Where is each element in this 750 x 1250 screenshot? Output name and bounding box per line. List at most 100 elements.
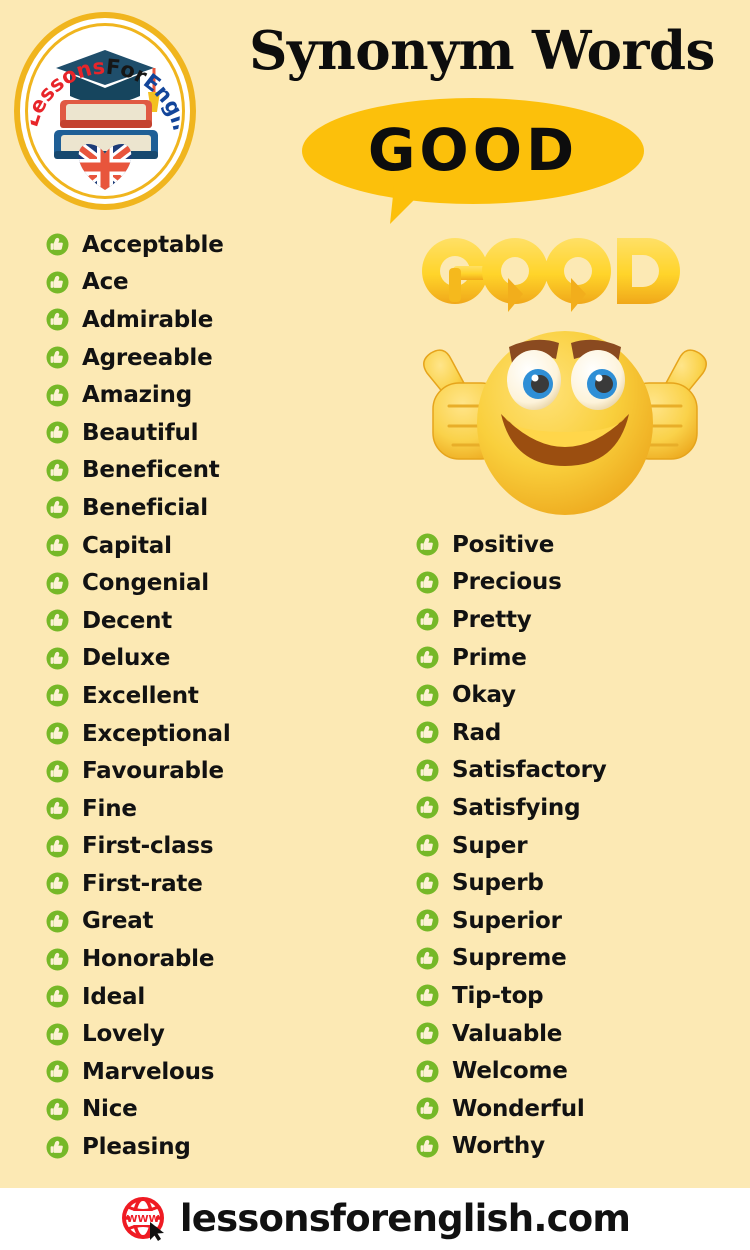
thumbs-up-bullet-icon — [46, 985, 69, 1008]
thumbs-up-bullet-icon — [46, 609, 69, 632]
badge-face: LessonsForEnglish.Com — [30, 28, 180, 194]
thumbs-up-bullet-icon — [416, 571, 439, 594]
synonym-word: Pleasing — [82, 1134, 191, 1161]
thumbs-up-bullet — [46, 948, 69, 971]
thumbs-up-bullet-icon — [46, 948, 69, 971]
thumbs-up-bullet — [416, 796, 439, 819]
poster-page: LessonsForEnglish.Com Synonym Words GOOD — [0, 0, 750, 1250]
thumbs-up-bullet-icon — [416, 834, 439, 857]
word-list-item: Beneficent — [46, 452, 376, 490]
synonym-word: Tip-top — [452, 982, 544, 1009]
word-list-item: Acceptable — [46, 226, 376, 264]
thumbs-up-bullet — [46, 233, 69, 256]
synonym-word: Pretty — [452, 606, 532, 633]
word-list-item: Rad — [416, 714, 736, 752]
thumbs-up-bullet — [46, 760, 69, 783]
thumbs-up-bullet — [46, 684, 69, 707]
thumbs-up-bullet — [46, 572, 69, 595]
word-list-item: First-rate — [46, 865, 376, 903]
synonym-word: Excellent — [82, 682, 199, 709]
speech-bubble-word: GOOD — [367, 116, 579, 184]
word-list-left-column: Acceptable Ace Admirable Agreeable Amazing Be… — [46, 226, 376, 1166]
word-list-item: Superb — [416, 864, 736, 902]
thumbs-up-bullet — [416, 834, 439, 857]
thumbs-up-bullet-icon — [416, 984, 439, 1007]
thumbs-up-bullet-icon — [46, 308, 69, 331]
thumbs-up-bullet-icon — [46, 384, 69, 407]
synonym-word: Amazing — [82, 382, 192, 409]
thumbs-up-bullet — [46, 459, 69, 482]
synonym-word: Great — [82, 908, 154, 935]
thumbs-up-bullet — [46, 910, 69, 933]
thumbs-up-bullet — [46, 496, 69, 519]
synonym-word: Precious — [452, 569, 562, 596]
word-list-item: Prime — [416, 639, 736, 677]
thumbs-up-bullet-icon — [46, 459, 69, 482]
word-list-item: Capital — [46, 527, 376, 565]
thumbs-up-bullet — [416, 984, 439, 1007]
thumbs-up-bullet-icon — [46, 421, 69, 444]
thumbs-up-bullet-icon — [416, 1097, 439, 1120]
thumbs-up-bullet-icon — [46, 1098, 69, 1121]
site-logo-badge: LessonsForEnglish.Com — [14, 12, 196, 210]
thumbs-up-bullet-icon — [46, 233, 69, 256]
word-list-item: Precious — [416, 564, 736, 602]
word-list-item: Lovely — [46, 1015, 376, 1053]
word-list-item: Deluxe — [46, 640, 376, 678]
word-list-item: Wonderful — [416, 1090, 736, 1128]
word-list-item: Pretty — [416, 601, 736, 639]
thumbs-up-bullet — [46, 308, 69, 331]
thumbs-up-bullet — [46, 1023, 69, 1046]
synonym-word: First-class — [82, 833, 214, 860]
synonym-word: Satisfactory — [452, 757, 607, 784]
word-list-item: Positive — [416, 526, 736, 564]
word-list-item: Supreme — [416, 940, 736, 978]
synonym-word: Positive — [452, 531, 555, 558]
thumbs-up-bullet — [416, 608, 439, 631]
thumbs-up-bullet — [416, 571, 439, 594]
word-list-item: Valuable — [416, 1015, 736, 1053]
thumbs-up-bullet — [416, 684, 439, 707]
thumbs-up-bullet-icon — [46, 647, 69, 670]
thumbs-up-bullet-icon — [46, 684, 69, 707]
synonym-word: Worthy — [452, 1133, 545, 1160]
www-label: WWW — [126, 1214, 159, 1225]
synonym-word: Decent — [82, 607, 173, 634]
thumbs-up-bullet — [416, 759, 439, 782]
word-list-item: Decent — [46, 602, 376, 640]
word-list-item: Favourable — [46, 752, 376, 790]
word-list-item: Ideal — [46, 978, 376, 1016]
thumbs-up-bullet-icon — [416, 533, 439, 556]
thumbs-up-bullet — [416, 1135, 439, 1158]
word-list-item: Super — [416, 827, 736, 865]
thumbs-up-bullet-icon — [416, 759, 439, 782]
word-list-item: Beautiful — [46, 414, 376, 452]
thumbs-up-bullet-icon — [46, 271, 69, 294]
thumbs-up-bullet — [416, 872, 439, 895]
synonym-word: Satisfying — [452, 794, 581, 821]
thumbs-up-bullet — [46, 534, 69, 557]
word-list-item: Agreeable — [46, 339, 376, 377]
speech-bubble-tail — [390, 186, 428, 224]
synonym-word: Favourable — [82, 758, 224, 785]
word-list-item: Fine — [46, 790, 376, 828]
thumbs-up-bullet-icon — [46, 1060, 69, 1083]
speech-bubble: GOOD — [302, 98, 644, 224]
synonym-word: Honorable — [82, 946, 215, 973]
thumbs-up-bullet-icon — [46, 346, 69, 369]
word-list-item: Excellent — [46, 677, 376, 715]
thumbs-up-bullet-icon — [46, 1023, 69, 1046]
word-list-item: Nice — [46, 1091, 376, 1129]
synonym-word: Ace — [82, 269, 129, 296]
thumbs-up-bullet-icon — [416, 1022, 439, 1045]
thumbs-up-bullet-icon — [46, 872, 69, 895]
word-list-item: Amazing — [46, 376, 376, 414]
synonym-word: Wonderful — [452, 1095, 585, 1122]
footer: WWW lessonsforenglish.com — [0, 1188, 750, 1250]
word-list-item: Superior — [416, 902, 736, 940]
thumbs-up-bullet — [46, 421, 69, 444]
smiley-face-icon — [477, 331, 653, 515]
word-list-item: Ace — [46, 264, 376, 302]
word-list-item: Tip-top — [416, 977, 736, 1015]
thumbs-up-bullet-icon — [416, 1135, 439, 1158]
